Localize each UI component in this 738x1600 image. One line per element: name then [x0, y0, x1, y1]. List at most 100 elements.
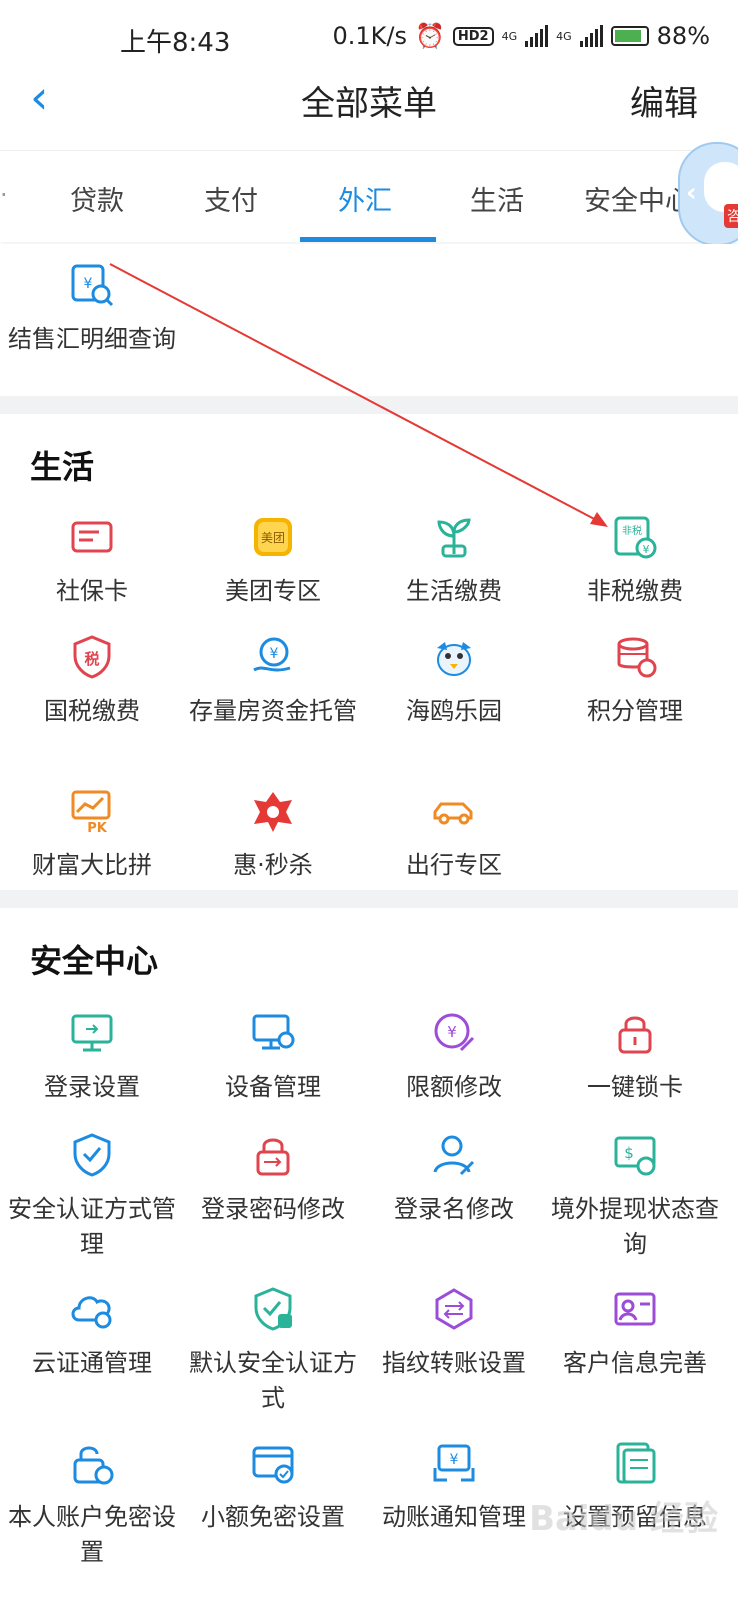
svg-text:非税: 非税 — [622, 524, 642, 537]
status-time: 上午8:43 — [120, 28, 231, 58]
chevron-left-small-icon: ‹ — [686, 178, 697, 208]
net-label-1: 4G — [501, 29, 518, 43]
menu-item-label: 云证通管理 — [32, 1349, 152, 1377]
section-divider — [0, 396, 738, 414]
battery-icon — [610, 26, 649, 46]
shield-check-icon — [69, 1132, 115, 1178]
menu-item-device[interactable]: 设备管理 — [181, 1010, 365, 1105]
menu-item-label: 财富大比拼 — [32, 851, 152, 879]
menu-item-label: 惠·秒杀 — [233, 851, 313, 879]
menu-item-overseas-cash[interactable]: $ 境外提现状态查询 — [543, 1132, 727, 1262]
alarm-icon: ⏰ — [414, 22, 445, 50]
menu-item-shield-check[interactable]: 安全认证方式管理 — [0, 1132, 184, 1262]
tab-loan[interactable]: 贷款 — [70, 179, 124, 218]
section-title-security: 安全中心 — [30, 942, 159, 980]
hand-money-icon: ¥ — [250, 634, 296, 680]
menu-item-label: 安全认证方式管理 — [8, 1195, 176, 1258]
forex-query-icon: ¥ — [69, 262, 115, 308]
edit-button[interactable]: 编辑 — [630, 76, 698, 125]
menu-item-label: 客户信息完善 — [563, 1349, 707, 1377]
menu-item-label: 设备管理 — [225, 1073, 321, 1101]
menu-item-monitor-login[interactable]: 登录设置 — [0, 1010, 184, 1105]
network-speed: 0.1K/s — [332, 22, 407, 50]
overseas-cash-icon: $ — [612, 1132, 658, 1178]
tab-payment[interactable]: 支付 — [204, 179, 258, 218]
notify-icon: ¥ — [431, 1440, 477, 1486]
social-card-icon — [69, 514, 115, 560]
svg-text:税: 税 — [84, 650, 99, 668]
menu-item-label: 存量房资金托管 — [189, 697, 357, 725]
menu-item-label: 积分管理 — [587, 697, 683, 725]
menu-item-label: 一键锁卡 — [587, 1073, 683, 1101]
watermark-logo: Baidu 经验 — [529, 1499, 718, 1539]
menu-item-lock[interactable]: 一键锁卡 — [543, 1010, 727, 1105]
menu-item-small-pay-card[interactable]: 小额免密设置 — [181, 1440, 365, 1535]
menu-item-shield-default[interactable]: 默认安全认证方式 — [181, 1286, 365, 1416]
menu-item-label: 登录密码修改 — [201, 1195, 345, 1223]
flash-sale-icon — [250, 788, 296, 834]
assistant-mascot-button[interactable]: ‹ 咨 — [678, 142, 738, 246]
reserved-info-icon — [612, 1440, 658, 1486]
menu-item-password-lock[interactable]: 登录密码修改 — [181, 1132, 365, 1227]
tab-security[interactable]: 安全中心 — [584, 179, 692, 218]
car-icon — [431, 788, 477, 834]
svg-text:¥: ¥ — [643, 543, 650, 556]
id-card-icon — [612, 1286, 658, 1332]
menu-item-tax-shield[interactable]: 税国税缴费 — [0, 634, 184, 729]
menu-item-label: 美团专区 — [225, 577, 321, 605]
menu-item-label: 本人账户免密设置 — [8, 1503, 176, 1566]
menu-item-account-unlock[interactable]: 本人账户免密设置 — [0, 1440, 184, 1570]
menu-item-fingerprint-transfer[interactable]: 指纹转账设置 — [362, 1286, 546, 1381]
device-icon — [250, 1010, 296, 1056]
account-unlock-icon — [69, 1440, 115, 1486]
svg-text:$: $ — [624, 1144, 634, 1162]
menu-item-notify[interactable]: ¥ 动账通知管理 — [362, 1440, 546, 1535]
menu-item-id-card[interactable]: 客户信息完善 — [543, 1286, 727, 1381]
menu-item-hand-money[interactable]: ¥ 存量房资金托管 — [181, 634, 365, 729]
cloud-icon — [69, 1286, 115, 1332]
svg-text:¥: ¥ — [447, 1023, 457, 1041]
coin-stack-icon — [612, 634, 658, 680]
limit-edit-icon: ¥ — [431, 1010, 477, 1056]
seagull-icon — [431, 634, 477, 680]
hd-badge: HD2 — [452, 26, 494, 46]
menu-item-non-tax[interactable]: 非税 ¥ 非税缴费 — [543, 514, 727, 609]
password-lock-icon — [250, 1132, 296, 1178]
menu-item-meituan[interactable]: 美团 美团专区 — [181, 514, 365, 609]
menu-item-label: 社保卡 — [56, 577, 128, 605]
page-title: 全部菜单 — [301, 84, 437, 124]
menu-item-label: 指纹转账设置 — [382, 1349, 526, 1377]
section-divider — [0, 890, 738, 908]
menu-item-label: 国税缴费 — [44, 697, 140, 725]
menu-item-flash-sale[interactable]: 惠·秒杀 — [181, 788, 365, 883]
battery-level: 88% — [656, 22, 710, 50]
small-pay-card-icon — [250, 1440, 296, 1486]
menu-item-cloud[interactable]: 云证通管理 — [0, 1286, 184, 1381]
menu-item-pk-chart[interactable]: PK 财富大比拼 — [0, 788, 184, 883]
meituan-icon: 美团 — [250, 514, 296, 560]
menu-item-label: 登录设置 — [44, 1073, 140, 1101]
menu-item-label: 非税缴费 — [587, 577, 683, 605]
menu-item-label: 默认安全认证方式 — [189, 1349, 357, 1412]
nav-bar: ‹ 全部菜单 编辑 — [0, 58, 738, 148]
menu-item-label: 境外提现状态查询 — [551, 1195, 719, 1258]
menu-item-coin-stack[interactable]: 积分管理 — [543, 634, 727, 729]
monitor-login-icon — [69, 1010, 115, 1056]
category-tabs: · 贷款 支付 外汇 生活 安全中心 — [0, 150, 738, 242]
menu-item-social-card[interactable]: 社保卡 — [0, 514, 184, 609]
menu-item-plant[interactable]: 生活缴费 — [362, 514, 546, 609]
tab-forex[interactable]: 外汇 — [338, 179, 392, 218]
tab-life[interactable]: 生活 — [470, 179, 524, 218]
menu-item-seagull[interactable]: 海鸥乐园 — [362, 634, 546, 729]
lock-icon — [612, 1010, 658, 1056]
tab-scroll-hint: · — [0, 181, 8, 209]
menu-item-limit-edit[interactable]: ¥ 限额修改 — [362, 1010, 546, 1105]
active-tab-indicator — [300, 237, 436, 242]
menu-item-car[interactable]: 出行专区 — [362, 788, 546, 883]
non-tax-icon: 非税 ¥ — [612, 514, 658, 560]
menu-item-user-edit[interactable]: 登录名修改 — [362, 1132, 546, 1227]
svg-text:¥: ¥ — [450, 1452, 459, 1468]
menu-item-label: 动账通知管理 — [382, 1503, 526, 1531]
fingerprint-transfer-icon — [431, 1286, 477, 1332]
menu-item-forex-query[interactable]: ¥ 结售汇明细查询 — [0, 262, 184, 357]
